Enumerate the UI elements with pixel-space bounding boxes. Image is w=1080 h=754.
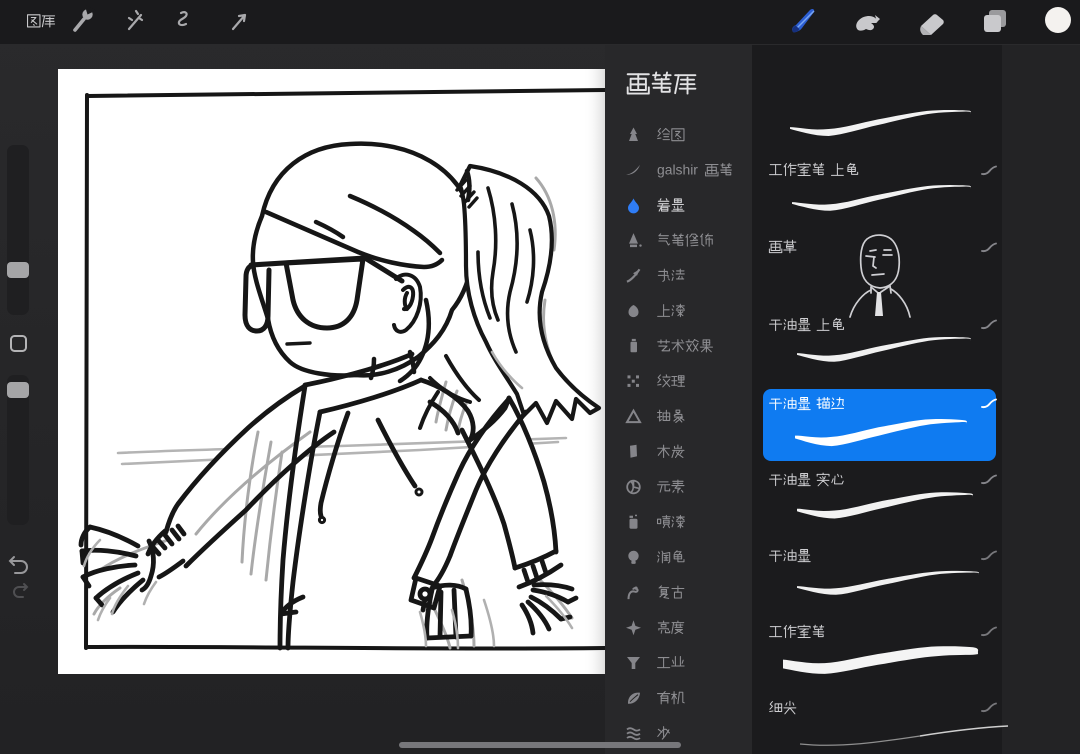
svg-text:galshir: galshir	[657, 161, 698, 177]
